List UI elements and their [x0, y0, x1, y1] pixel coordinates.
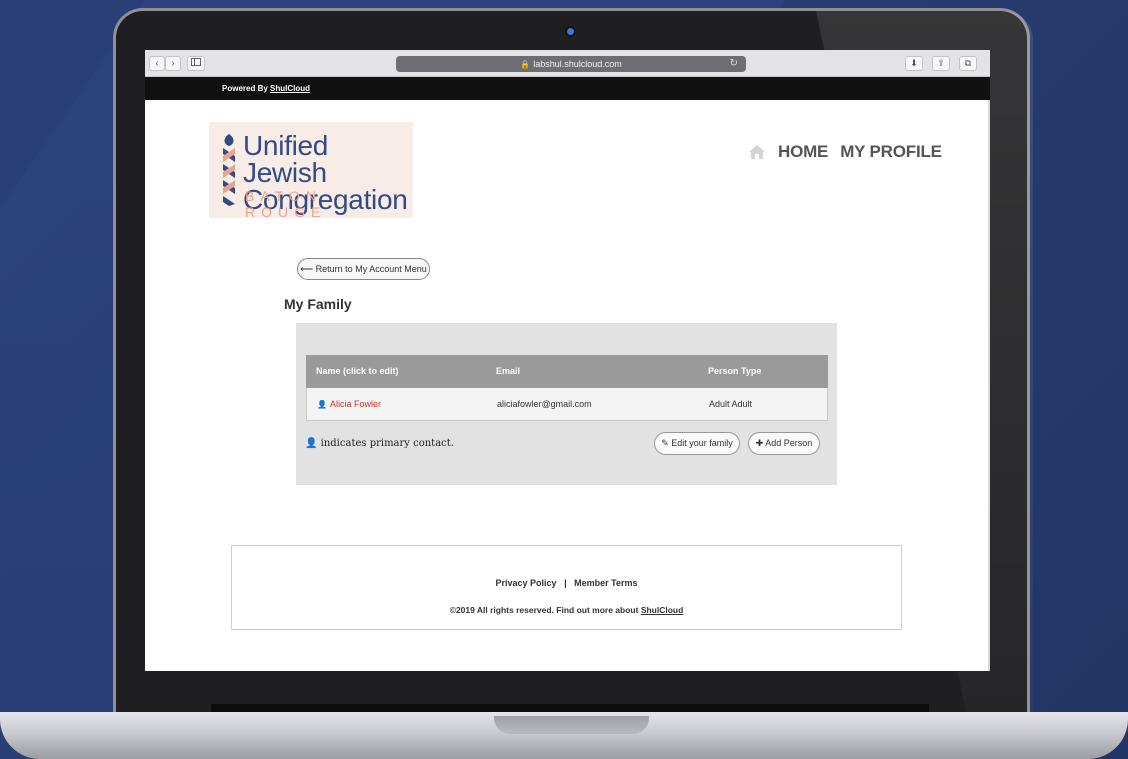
download-icon: ⬇ — [910, 58, 918, 68]
powered-by-bar: Powered By ShulCloud — [145, 77, 990, 100]
scrollbar[interactable] — [988, 100, 990, 671]
nav-home[interactable]: HOME — [778, 142, 828, 162]
address-bar[interactable]: 🔒 labshul.shulcloud.com ↻ — [396, 56, 746, 72]
powered-by-link[interactable]: ShulCloud — [270, 84, 310, 93]
return-to-account-button[interactable]: ⟵ Return to My Account Menu — [297, 258, 430, 280]
back-icon: ‹ — [155, 58, 159, 69]
family-panel: Name (click to edit) Email Person Type 👤… — [296, 323, 837, 485]
share-button[interactable]: ⇧ — [932, 56, 950, 71]
user-icon: 👤 — [305, 438, 318, 449]
logo-subtitle: BATON ROUGE — [245, 188, 327, 220]
braid-icon — [223, 134, 235, 206]
congregation-logo[interactable]: Unified Jewish Congregation BATON ROUGE — [209, 122, 413, 220]
page-footer: Privacy Policy | Member Terms ©2019 All … — [231, 545, 902, 630]
footer-links: Privacy Policy | Member Terms — [232, 578, 901, 588]
back-button[interactable]: ‹ — [149, 56, 165, 71]
pencil-icon: ✎ — [661, 438, 669, 448]
row-email: aliciafowler@gmail.com — [497, 399, 592, 409]
nav-my-profile[interactable]: MY PROFILE — [840, 142, 942, 162]
table-row: 👤 Alicia Fowler aliciafowler@gmail.com Ad… — [306, 388, 828, 421]
sidebar-icon — [191, 58, 201, 66]
laptop-notch — [494, 716, 649, 734]
edit-family-button[interactable]: ✎ Edit your family — [654, 432, 740, 455]
tabs-icon: ⧉ — [964, 58, 972, 68]
header-name: Name (click to edit) — [316, 366, 399, 376]
shulcloud-footer-link[interactable]: ShulCloud — [641, 605, 684, 615]
reload-icon[interactable]: ↻ — [730, 56, 738, 72]
page-title: My Family — [284, 296, 352, 312]
user-icon: 👤 — [317, 400, 327, 409]
lock-icon: 🔒 — [520, 60, 531, 69]
family-table: Name (click to edit) Email Person Type 👤… — [306, 355, 828, 421]
add-person-button[interactable]: ✚ Add Person — [748, 432, 820, 455]
url-text: labshul.shulcloud.com — [533, 59, 622, 69]
powered-by-label: Powered By — [222, 84, 268, 93]
member-terms-link[interactable]: Member Terms — [574, 578, 637, 588]
footer-separator: | — [564, 578, 567, 588]
row-name-cell: 👤 Alicia Fowler — [317, 388, 381, 421]
member-name-link[interactable]: Alicia Fowler — [330, 399, 381, 409]
plus-icon: ✚ — [755, 438, 764, 448]
forward-icon: › — [171, 58, 175, 69]
sidebar-toggle-button[interactable] — [187, 56, 205, 71]
browser-screen: ‹ › 🔒 labshul.shulcloud.com ↻ ⬇ ⇧ ⧉ Power… — [145, 50, 990, 671]
top-navigation: HOME MY PROFILE — [748, 142, 942, 162]
footer-copyright: ©2019 All rights reserved. Find out more… — [449, 605, 684, 615]
arrow-left-icon: ⟵ — [300, 264, 314, 274]
primary-contact-note: 👤 indicates primary contact. — [305, 438, 454, 449]
privacy-policy-link[interactable]: Privacy Policy — [496, 578, 557, 588]
row-person-type: Adult Adult — [709, 399, 753, 409]
download-button[interactable]: ⬇ — [905, 56, 923, 71]
browser-toolbar: ‹ › 🔒 labshul.shulcloud.com ↻ ⬇ ⇧ ⧉ — [145, 50, 990, 77]
header-email: Email — [496, 366, 521, 376]
tabs-button[interactable]: ⧉ — [959, 56, 977, 71]
table-header: Name (click to edit) Email Person Type — [306, 355, 828, 388]
share-icon: ⇧ — [937, 58, 945, 68]
camera-icon — [567, 28, 574, 35]
home-icon[interactable] — [748, 144, 766, 160]
header-person-type: Person Type — [708, 366, 762, 376]
forward-button[interactable]: › — [165, 56, 181, 71]
